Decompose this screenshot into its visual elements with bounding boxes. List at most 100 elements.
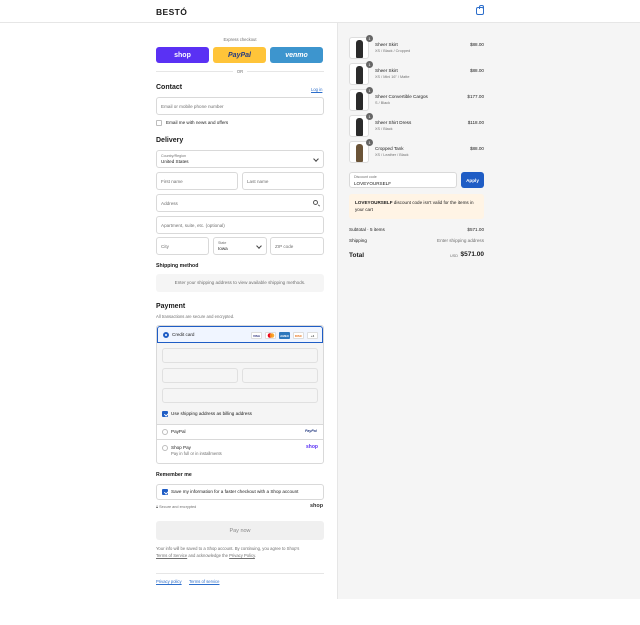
paypal-button[interactable]: PayPal <box>213 47 266 63</box>
apply-button[interactable]: Apply <box>461 172 484 188</box>
secure-label: Secure and encrypted <box>159 505 197 509</box>
privacy-link[interactable]: Privacy Policy <box>229 553 255 558</box>
payment-subtitle: All transactions are secure and encrypte… <box>156 314 235 319</box>
shop-pay-option[interactable]: Shop Pay Pay in full or in installments … <box>157 440 323 463</box>
store-logo[interactable]: BESTÓ <box>156 7 187 17</box>
remember-option: Save my information for a faster checkou… <box>156 484 324 500</box>
shop-logo: shop <box>306 444 318 450</box>
shop-pay-radio[interactable] <box>162 445 168 451</box>
pay-now-button[interactable]: Pay now <box>156 521 324 540</box>
address-placeholder: Address <box>161 201 178 206</box>
credit-card-label: Credit card <box>172 332 195 337</box>
disclaimer-text: Your info will be saved to a Shop accoun… <box>156 546 300 551</box>
item-name: Sheer Shirt Dress <box>375 120 412 125</box>
quantity-badge: 1 <box>366 35 373 42</box>
chevron-down-icon <box>313 156 319 162</box>
paypal-option[interactable]: PayPal PayPal <box>157 425 323 440</box>
item-name: Sheer Convertible Cargos <box>375 94 428 99</box>
city-placeholder: City <box>161 244 169 249</box>
last-name-placeholder: Last name <box>247 179 269 184</box>
name-on-card-field[interactable] <box>162 388 318 403</box>
credit-card-option[interactable]: Credit card VISA AMEX DISC +4 <box>157 326 323 343</box>
footer-divider <box>156 573 324 574</box>
billing-label: Use shipping address as billing address <box>171 411 252 416</box>
zip-placeholder: ZIP code <box>275 244 294 249</box>
country-select[interactable]: Country/Region United States <box>156 150 324 168</box>
footer-terms-link[interactable]: Terms of service <box>189 579 219 584</box>
first-name-placeholder: First name <box>161 179 183 184</box>
item-name: Sheer Skirt <box>375 42 398 47</box>
footer-privacy-link[interactable]: Privacy policy <box>156 579 182 584</box>
venmo-button[interactable]: venmo <box>270 47 323 63</box>
paypal-label: PayPal <box>171 429 186 434</box>
country-label: Country/Region <box>161 154 186 158</box>
item-price: $177.00 <box>467 94 484 99</box>
state-select[interactable]: State Iowa <box>213 237 267 255</box>
login-link[interactable]: Log in <box>311 87 322 92</box>
shop-logo: shop <box>310 503 324 509</box>
discount-code-field[interactable]: Discount code LOVEYOURSELF <box>349 172 457 188</box>
express-checkout-label: Express checkout <box>223 37 257 42</box>
apartment-placeholder: Apartment, suite, etc. (optional) <box>161 223 225 228</box>
billing-checkbox[interactable] <box>162 411 168 417</box>
shop-pay-subtitle: Pay in full or in installments <box>171 451 222 456</box>
remember-checkbox[interactable] <box>162 489 168 495</box>
item-price: $88.00 <box>469 42 484 47</box>
news-checkbox[interactable] <box>156 120 162 126</box>
order-summary-panel <box>337 23 640 599</box>
email-placeholder: Email or mobile phone number <box>161 104 224 109</box>
shop-pay-label: Shop Pay <box>171 445 191 450</box>
first-name-field[interactable]: First name <box>156 172 238 190</box>
warning-code: LOVEYOURSELF <box>355 200 393 205</box>
total-label: Total <box>349 252 365 259</box>
security-code-field[interactable] <box>242 368 318 383</box>
discount-warning-text: LOVEYOURSELF discount code isn't valid f… <box>355 199 480 213</box>
paypal-logo: PayPal <box>305 429 317 433</box>
payment-title: Payment <box>156 303 186 310</box>
disclaimer-end: . <box>254 553 257 558</box>
or-divider-text: OR <box>233 69 247 74</box>
item-variant: XS / Mini 16" / Matte <box>375 75 410 79</box>
state-value: Iowa <box>218 246 228 251</box>
quantity-badge: 1 <box>366 139 373 146</box>
item-variant: S / Black <box>375 101 390 105</box>
total-value: $571.00 <box>460 251 485 258</box>
email-field[interactable]: Email or mobile phone number <box>156 97 324 115</box>
quantity-badge: 1 <box>366 87 373 94</box>
credit-card-radio[interactable] <box>163 332 169 338</box>
payment-options: Credit card VISA AMEX DISC +4 Use shippi… <box>156 325 324 464</box>
shipping-method-title: Shipping method <box>156 263 199 269</box>
item-variant: XS / Black <box>375 127 393 131</box>
card-number-field[interactable] <box>162 348 318 363</box>
city-field[interactable]: City <box>156 237 209 255</box>
shopping-bag-icon[interactable] <box>476 5 484 15</box>
news-label: Email me with news and offers <box>166 120 229 125</box>
shipping-method-message: Enter your shipping address to view avai… <box>156 274 324 292</box>
secure-row: 🔒︎ Secure and encrypted <box>156 505 196 509</box>
shop-pay-button[interactable]: shop <box>156 47 209 63</box>
country-value: United States <box>161 159 189 164</box>
contact-title: Contact <box>156 84 183 91</box>
credit-card-form: Use shipping address as billing address <box>157 343 323 425</box>
item-price: $88.00 <box>469 68 484 73</box>
visa-icon: VISA <box>251 332 262 339</box>
shipping-label: Shipping <box>349 238 367 243</box>
expiration-field[interactable] <box>162 368 238 383</box>
discount-value: LOVEYOURSELF <box>354 181 392 186</box>
remember-label: Save my information for a faster checkou… <box>171 489 299 494</box>
lock-icon: 🔒︎ <box>156 505 159 509</box>
item-variant: XS / Black / Cropped <box>375 49 411 53</box>
apartment-field[interactable]: Apartment, suite, etc. (optional) <box>156 216 324 234</box>
terms-link[interactable]: Terms of Service <box>156 553 187 558</box>
zip-field[interactable]: ZIP code <box>270 237 324 255</box>
discover-icon: DISC <box>293 332 304 339</box>
paypal-radio[interactable] <box>162 429 168 435</box>
item-name: Cropped Tank <box>375 146 404 151</box>
more-cards-badge: +4 <box>307 332 318 339</box>
shop-disclaimer: Your info will be saved to a Shop accoun… <box>156 545 324 559</box>
chevron-down-icon <box>256 243 262 249</box>
search-icon <box>313 200 318 205</box>
address-field[interactable]: Address <box>156 194 324 212</box>
last-name-field[interactable]: Last name <box>242 172 324 190</box>
discount-label: Discount code <box>354 175 377 179</box>
